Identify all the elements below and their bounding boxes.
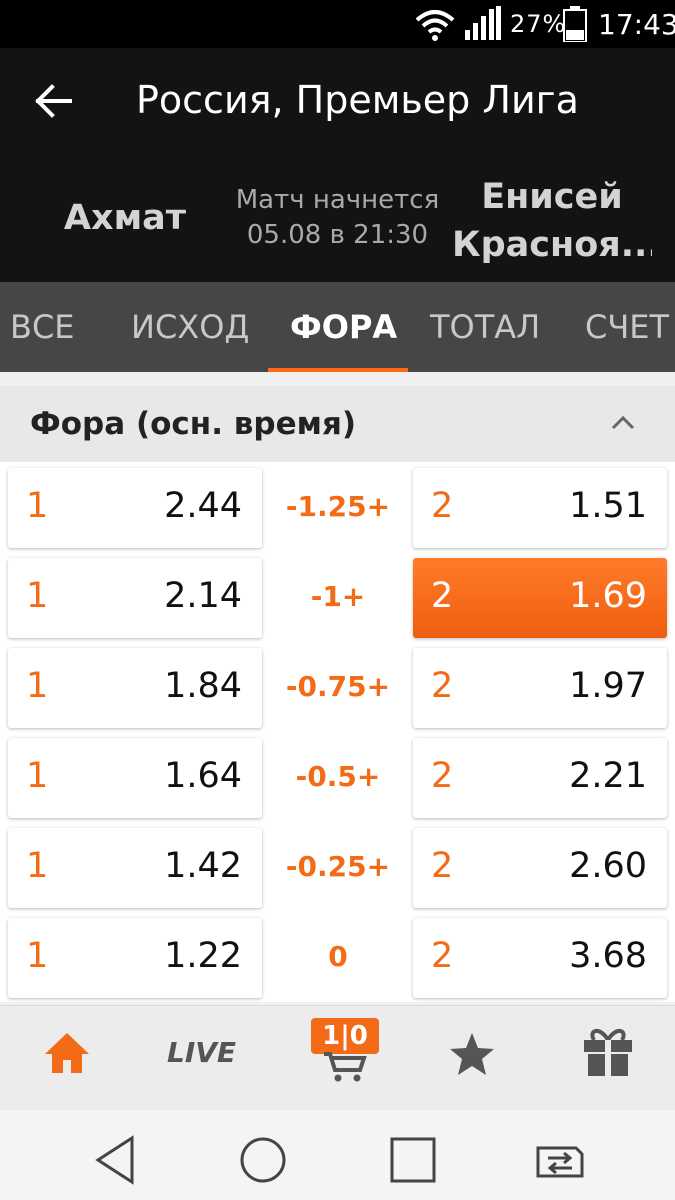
odds-cell-away[interactable]: 2 2.60 bbox=[413, 828, 667, 908]
clock: 17:43 bbox=[598, 8, 675, 41]
system-navigation bbox=[0, 1110, 675, 1200]
tab-handicap[interactable]: ФОРА bbox=[290, 282, 397, 372]
match-header: Россия, Премьер Лига Ахмат Матч начнется… bbox=[0, 48, 675, 282]
handicap-value: -0.5+ bbox=[295, 760, 381, 793]
odds-cell-home[interactable]: 1 2.14 bbox=[8, 558, 262, 638]
chevron-up-icon[interactable] bbox=[608, 408, 638, 438]
outcome-label: 1 bbox=[26, 666, 49, 706]
status-bar: 27% 17:43 bbox=[0, 0, 675, 48]
odds-cell-away[interactable]: 2 2.21 bbox=[413, 738, 667, 818]
odds-cell-home[interactable]: 1 1.42 bbox=[8, 828, 262, 908]
match-start-label: Матч начнется bbox=[235, 185, 440, 215]
odds-cell-home[interactable]: 1 1.22 bbox=[8, 918, 262, 998]
nav-coupon[interactable]: 1|0 bbox=[270, 1006, 405, 1111]
nav-home[interactable] bbox=[0, 1006, 135, 1111]
tab-score[interactable]: СЧЕТ bbox=[585, 282, 669, 372]
away-team-line2: Красноя... bbox=[452, 225, 652, 265]
handicap-value: -1+ bbox=[310, 580, 366, 613]
outcome-label: 1 bbox=[26, 936, 49, 976]
back-arrow-icon[interactable] bbox=[30, 78, 76, 124]
outcome-label: 2 bbox=[431, 846, 454, 886]
back-triangle-icon[interactable] bbox=[90, 1130, 150, 1190]
odds-cell-away-selected[interactable]: 2 1.69 bbox=[413, 558, 667, 638]
outcome-label: 2 bbox=[431, 936, 454, 976]
match-start-time: 05.08 в 21:30 bbox=[246, 220, 429, 250]
section-header[interactable]: Фора (осн. время) bbox=[0, 386, 675, 462]
outcome-label: 2 bbox=[431, 576, 454, 616]
nav-bonuses[interactable] bbox=[540, 1006, 675, 1111]
gift-icon bbox=[584, 1029, 632, 1076]
outcome-label: 2 bbox=[431, 756, 454, 796]
live-label: LIVE bbox=[167, 1036, 237, 1069]
odds-value: 1.69 bbox=[569, 576, 647, 616]
odds-value: 1.64 bbox=[164, 756, 242, 796]
odds-cell-home[interactable]: 1 1.64 bbox=[8, 738, 262, 818]
outcome-label: 2 bbox=[431, 666, 454, 706]
odds-cell-home[interactable]: 1 2.44 bbox=[8, 468, 262, 548]
odds-value: 2.21 bbox=[569, 756, 647, 796]
section-title: Фора (осн. время) bbox=[30, 406, 357, 442]
cart-icon bbox=[324, 1052, 367, 1082]
odds-list: 1 2.44 -1.25+ 2 1.51 1 2.14 -1+ 2 1.69 1… bbox=[0, 462, 675, 1002]
tab-outcome[interactable]: ИСХОД bbox=[131, 282, 249, 372]
coupon-badge: 1|0 bbox=[311, 1018, 379, 1054]
match-start-info: Матч начнется 05.08 в 21:30 bbox=[225, 183, 450, 253]
odds-value: 2.14 bbox=[164, 576, 242, 616]
outcome-label: 2 bbox=[431, 486, 454, 526]
away-team: Енисей Красноя... bbox=[452, 173, 652, 269]
wifi-icon bbox=[415, 10, 455, 41]
active-tab-indicator bbox=[268, 368, 408, 372]
away-team-line1: Енисей bbox=[481, 177, 623, 217]
outcome-label: 1 bbox=[26, 846, 49, 886]
bottom-navigation: LIVE 1|0 bbox=[0, 1005, 675, 1110]
page-title: Россия, Премьер Лига bbox=[136, 78, 579, 122]
odds-value: 1.97 bbox=[569, 666, 647, 706]
tab-all[interactable]: ВСЕ bbox=[10, 282, 75, 372]
nav-live[interactable]: LIVE bbox=[135, 1006, 270, 1111]
tab-total[interactable]: ТОТАЛ bbox=[430, 282, 540, 372]
odds-value: 2.44 bbox=[164, 486, 242, 526]
market-tabs: ВСЕ ИСХОД ФОРА ТОТАЛ СЧЕТ bbox=[0, 282, 675, 372]
handicap-value: -0.75+ bbox=[285, 670, 391, 703]
outcome-label: 1 bbox=[26, 576, 49, 616]
home-icon bbox=[45, 1033, 89, 1073]
recents-square-icon[interactable] bbox=[383, 1130, 443, 1190]
home-team: Ахмат bbox=[63, 198, 187, 238]
odds-value: 3.68 bbox=[569, 936, 647, 976]
handicap-value: 0 bbox=[328, 940, 348, 973]
home-circle-icon[interactable] bbox=[233, 1130, 293, 1190]
odds-cell-away[interactable]: 2 1.51 bbox=[413, 468, 667, 548]
switch-sim-icon[interactable] bbox=[530, 1130, 590, 1190]
battery-percent: 27% bbox=[510, 10, 567, 38]
odds-value: 1.42 bbox=[164, 846, 242, 886]
handicap-value: -1.25+ bbox=[285, 490, 391, 523]
odds-cell-away[interactable]: 2 3.68 bbox=[413, 918, 667, 998]
odds-value: 1.22 bbox=[164, 936, 242, 976]
handicap-value: -0.25+ bbox=[285, 850, 391, 883]
nav-favorites[interactable] bbox=[405, 1006, 540, 1111]
outcome-label: 1 bbox=[26, 486, 49, 526]
odds-value: 1.51 bbox=[569, 486, 647, 526]
odds-value: 2.60 bbox=[569, 846, 647, 886]
battery-icon bbox=[563, 6, 587, 42]
signal-icon bbox=[465, 6, 501, 40]
star-icon bbox=[450, 1033, 494, 1075]
odds-cell-away[interactable]: 2 1.97 bbox=[413, 648, 667, 728]
odds-cell-home[interactable]: 1 1.84 bbox=[8, 648, 262, 728]
outcome-label: 1 bbox=[26, 756, 49, 796]
odds-value: 1.84 bbox=[164, 666, 242, 706]
